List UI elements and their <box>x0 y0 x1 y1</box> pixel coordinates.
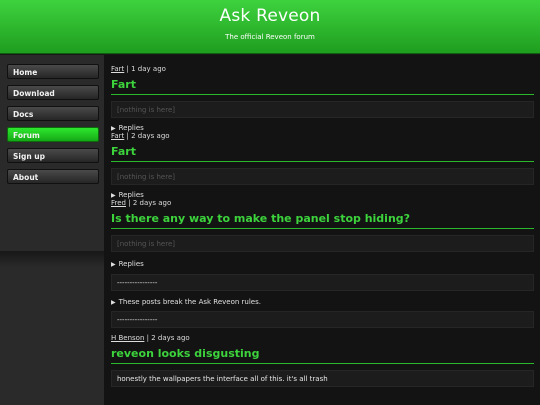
post-author-link[interactable]: Fred <box>111 199 126 207</box>
meta-separator: | <box>146 334 149 342</box>
post-body: honestly the wallpapers the interface al… <box>111 370 534 387</box>
forum-post: Fart | 1 day ago Fart [nothing is here] … <box>111 55 534 132</box>
meta-separator: | <box>126 132 129 140</box>
post-time: 1 day ago <box>131 65 166 73</box>
forum-post: Fred | 2 days ago Is there any way to ma… <box>111 199 534 328</box>
post-time: 2 days ago <box>151 334 190 342</box>
meta-separator: | <box>126 65 129 73</box>
post-author-link[interactable]: Fart <box>111 65 124 73</box>
nav-panel: Home Download Docs Forum Sign up About <box>5 64 99 184</box>
triangle-right-icon: ▶ <box>111 261 116 268</box>
post-body: [nothing is here] <box>111 168 534 185</box>
rules-note-text: These posts break the Ask Reveon rules. <box>118 298 261 306</box>
replies-toggle[interactable]: ▶ Replies <box>111 124 534 132</box>
triangle-right-icon: ▶ <box>111 125 116 132</box>
nav-item-home[interactable]: Home <box>7 64 99 79</box>
post-title[interactable]: Fart <box>111 74 534 95</box>
replies-label: Replies <box>118 124 144 132</box>
replies-label: Replies <box>118 260 144 268</box>
nav-item-forum[interactable]: Forum <box>7 127 99 142</box>
post-meta: H Benson | 2 days ago <box>111 334 534 343</box>
reply-box: ---------------- <box>111 311 534 328</box>
post-time: 2 days ago <box>132 199 172 207</box>
post-title[interactable]: Fart <box>111 141 534 162</box>
replies-toggle[interactable]: ▶ Replies <box>111 260 534 268</box>
rules-note[interactable]: ▶ These posts break the Ask Reveon rules. <box>111 298 534 306</box>
site-title: Ask Reveon <box>219 6 321 26</box>
post-meta: Fred | 2 days ago <box>111 199 534 208</box>
replies-label: Replies <box>118 191 144 199</box>
forum-post: Fart | 2 days ago Fart [nothing is here]… <box>111 132 534 199</box>
nav-item-sign-up[interactable]: Sign up <box>7 148 99 163</box>
sidebar: Home Download Docs Forum Sign up About <box>0 55 104 405</box>
post-time: 2 days ago <box>131 132 170 140</box>
triangle-right-icon: ▶ <box>111 192 116 199</box>
nav-item-download[interactable]: Download <box>7 85 99 100</box>
reply-box: ---------------- <box>111 274 534 291</box>
site-subtitle: The official Reveon forum <box>225 33 315 41</box>
meta-separator: | <box>128 199 131 207</box>
replies-toggle[interactable]: ▶ Replies <box>111 191 534 199</box>
post-title[interactable]: Is there any way to make the panel stop … <box>111 208 534 229</box>
forum-post: H Benson | 2 days ago reveon looks disgu… <box>111 334 534 387</box>
sidebar-divider <box>0 251 104 267</box>
triangle-right-icon: ▶ <box>111 299 116 306</box>
post-meta: Fart | 2 days ago <box>111 132 534 141</box>
nav-item-about[interactable]: About <box>7 169 99 184</box>
nav-item-docs[interactable]: Docs <box>7 106 99 121</box>
post-body: [nothing is here] <box>111 101 534 118</box>
post-body: [nothing is here] <box>111 235 534 252</box>
post-meta: Fart | 1 day ago <box>111 65 534 74</box>
post-author-link[interactable]: Fart <box>111 132 124 140</box>
site-header: Ask Reveon The official Reveon forum <box>0 0 540 54</box>
forum-content: Fart | 1 day ago Fart [nothing is here] … <box>104 55 540 405</box>
post-title[interactable]: reveon looks disgusting <box>111 343 534 364</box>
post-author-link[interactable]: H Benson <box>111 334 144 342</box>
